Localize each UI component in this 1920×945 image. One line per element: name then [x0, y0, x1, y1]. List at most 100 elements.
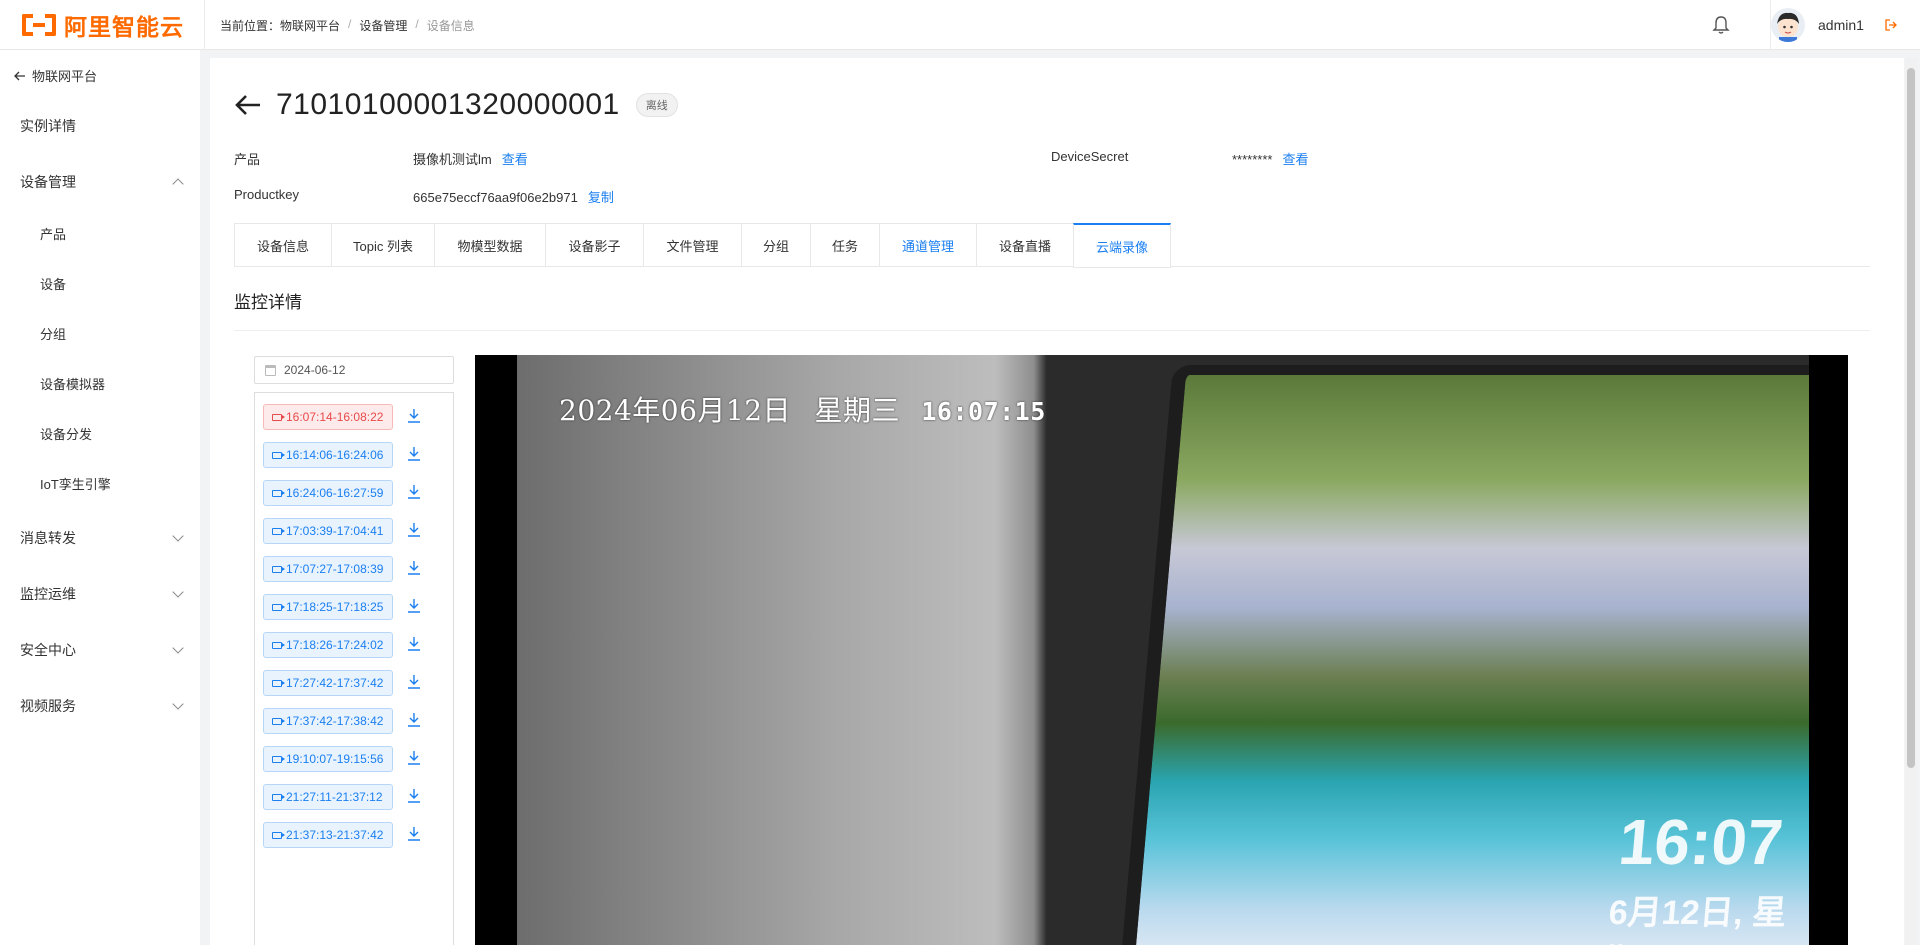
breadcrumb-separator: /	[348, 17, 352, 31]
tab-topic-list[interactable]: Topic 列表	[331, 223, 434, 267]
recording-item[interactable]: 17:03:39-17:04:41	[263, 518, 393, 544]
sidebar-item-label: 消息转发	[20, 530, 76, 546]
osd-date: 2024年06月12日	[559, 394, 792, 427]
bell-icon[interactable]	[1712, 15, 1730, 35]
sidebar-item-label: 安全中心	[20, 642, 76, 658]
tab-group[interactable]: 分组	[741, 223, 810, 267]
recording-time: 17:27:42-17:37:42	[286, 676, 384, 690]
sidebar-subitem-group[interactable]: 分组	[40, 324, 66, 343]
recording-item[interactable]: 16:24:06-16:27:59	[263, 480, 393, 506]
arrow-left-icon	[14, 71, 25, 80]
sidebar-item-message-forward[interactable]: 消息转发	[20, 528, 184, 548]
tab-device-shadow[interactable]: 设备影子	[545, 223, 643, 267]
sidebar-back-label: 物联网平台	[32, 69, 98, 84]
tab-device-live[interactable]: 设备直播	[976, 223, 1073, 267]
download-icon[interactable]	[407, 750, 421, 766]
sidebar-subitem-twin-engine[interactable]: IoT孪生引擎	[40, 474, 111, 493]
video-frame: 2024年06月12日 星期三 16:07:15 16:07 6月12日, 星期…	[517, 355, 1809, 945]
sidebar-subitem-product[interactable]: 产品	[40, 224, 66, 243]
productkey-value: 665e75eccf76aa9f06e2b971 复制	[413, 187, 614, 206]
recording-item-selected[interactable]: 16:07:14-16:08:22	[263, 404, 393, 430]
download-icon[interactable]	[407, 408, 421, 424]
tab-task[interactable]: 任务	[810, 223, 879, 267]
video-player[interactable]: 2024年06月12日 星期三 16:07:15 16:07 6月12日, 星期…	[475, 355, 1848, 945]
tab-cloud-recording[interactable]: 云端录像	[1073, 223, 1171, 268]
breadcrumb: 当前位置： 物联网平台 / 设备管理 / 设备信息	[220, 17, 475, 34]
sidebar-item-video-service[interactable]: 视频服务	[20, 696, 184, 716]
brand-logo[interactable]: 阿里智能云	[0, 0, 205, 50]
recording-item[interactable]: 17:18:26-17:24:02	[263, 632, 393, 658]
sidebar-item-label: 视频服务	[20, 698, 76, 714]
breadcrumb-prefix: 当前位置：	[220, 19, 281, 33]
page-scrollbar[interactable]	[1905, 58, 1917, 945]
sidebar-item-instance[interactable]: 实例详情	[20, 116, 180, 136]
product-label: 产品	[234, 152, 261, 167]
breadcrumb-current: 设备信息	[426, 19, 475, 33]
recording-time: 16:24:06-16:27:59	[286, 486, 384, 500]
video-camera-icon	[272, 527, 285, 535]
back-arrow-icon[interactable]	[234, 93, 262, 117]
sidebar-item-security[interactable]: 安全中心	[20, 640, 184, 660]
sidebar-item-label: 设备管理	[20, 174, 76, 190]
logout-icon[interactable]	[1884, 18, 1898, 32]
recording-item[interactable]: 17:07:27-17:08:39	[263, 556, 393, 582]
device-id: 71010100001320000001	[276, 88, 620, 121]
download-icon[interactable]	[407, 788, 421, 804]
sidebar-back-link[interactable]: 物联网平台	[14, 66, 97, 85]
breadcrumb-item[interactable]: 设备管理	[359, 17, 407, 34]
secret-view-link[interactable]: 查看	[1282, 152, 1308, 167]
username[interactable]: admin1	[1818, 17, 1864, 33]
recording-item[interactable]: 17:37:42-17:38:42	[263, 708, 393, 734]
recording-time: 16:14:06-16:24:06	[286, 448, 384, 462]
tab-file-management[interactable]: 文件管理	[643, 223, 741, 267]
chevron-down-icon	[172, 586, 184, 598]
date-picker[interactable]: 2024-06-12	[254, 356, 454, 384]
download-icon[interactable]	[407, 636, 421, 652]
breadcrumb-item[interactable]: 物联网平台	[280, 17, 340, 34]
recording-item[interactable]: 16:14:06-16:24:06	[263, 442, 393, 468]
section-title: 监控详情	[234, 293, 302, 312]
productkey-label: Productkey	[234, 187, 300, 202]
recording-time: 17:07:27-17:08:39	[286, 562, 384, 576]
productkey-text: 665e75eccf76aa9f06e2b971	[413, 190, 578, 205]
chevron-down-icon	[172, 530, 184, 542]
sidebar-subitem-distribution[interactable]: 设备分发	[40, 424, 92, 443]
sidebar-item-device-management[interactable]: 设备管理	[20, 172, 184, 192]
sidebar-subitem-simulator[interactable]: 设备模拟器	[40, 374, 105, 393]
tab-channel-management[interactable]: 通道管理	[879, 223, 976, 267]
product-view-link[interactable]: 查看	[502, 152, 528, 167]
sidebar-item-monitoring[interactable]: 监控运维	[20, 584, 184, 604]
download-icon[interactable]	[407, 522, 421, 538]
download-icon[interactable]	[407, 674, 421, 690]
recording-item[interactable]: 17:27:42-17:37:42	[263, 670, 393, 696]
download-icon[interactable]	[407, 484, 421, 500]
sidebar-subitem-device[interactable]: 设备	[40, 274, 66, 293]
download-icon[interactable]	[407, 560, 421, 576]
download-icon[interactable]	[407, 826, 421, 842]
recording-item[interactable]: 21:27:11-21:37:12	[263, 784, 393, 810]
screen-clock: 16:07	[1615, 806, 1786, 878]
status-badge: 离线	[635, 93, 678, 117]
download-icon[interactable]	[407, 598, 421, 614]
video-camera-icon	[272, 565, 285, 573]
recording-list: 16:07:14-16:08:22 16:14:06-16:24:06 16:2…	[254, 392, 454, 945]
recording-item[interactable]: 21:37:13-21:37:42	[263, 822, 393, 848]
recording-time: 16:07:14-16:08:22	[286, 410, 384, 424]
video-camera-icon	[272, 603, 285, 611]
tab-device-info[interactable]: 设备信息	[234, 223, 331, 267]
avatar-icon	[1777, 12, 1799, 42]
user-avatar[interactable]	[1771, 8, 1805, 42]
recording-item[interactable]: 19:10:07-19:15:56	[263, 746, 393, 772]
recording-time: 17:18:26-17:24:02	[286, 638, 384, 652]
chevron-down-icon	[172, 642, 184, 654]
recording-time: 17:37:42-17:38:42	[286, 714, 384, 728]
recording-item[interactable]: 17:18:25-17:18:25	[263, 594, 393, 620]
main-panel: 71010100001320000001 离线 产品 摄像机测试lm 查看 Dev…	[210, 58, 1904, 945]
download-icon[interactable]	[407, 712, 421, 728]
recording-time: 21:27:11-21:37:12	[286, 790, 383, 804]
copy-link[interactable]: 复制	[588, 190, 614, 205]
download-icon[interactable]	[407, 446, 421, 462]
tab-thing-model-data[interactable]: 物模型数据	[434, 223, 545, 267]
video-camera-icon	[272, 831, 285, 839]
scrollbar-thumb[interactable]	[1907, 68, 1915, 768]
